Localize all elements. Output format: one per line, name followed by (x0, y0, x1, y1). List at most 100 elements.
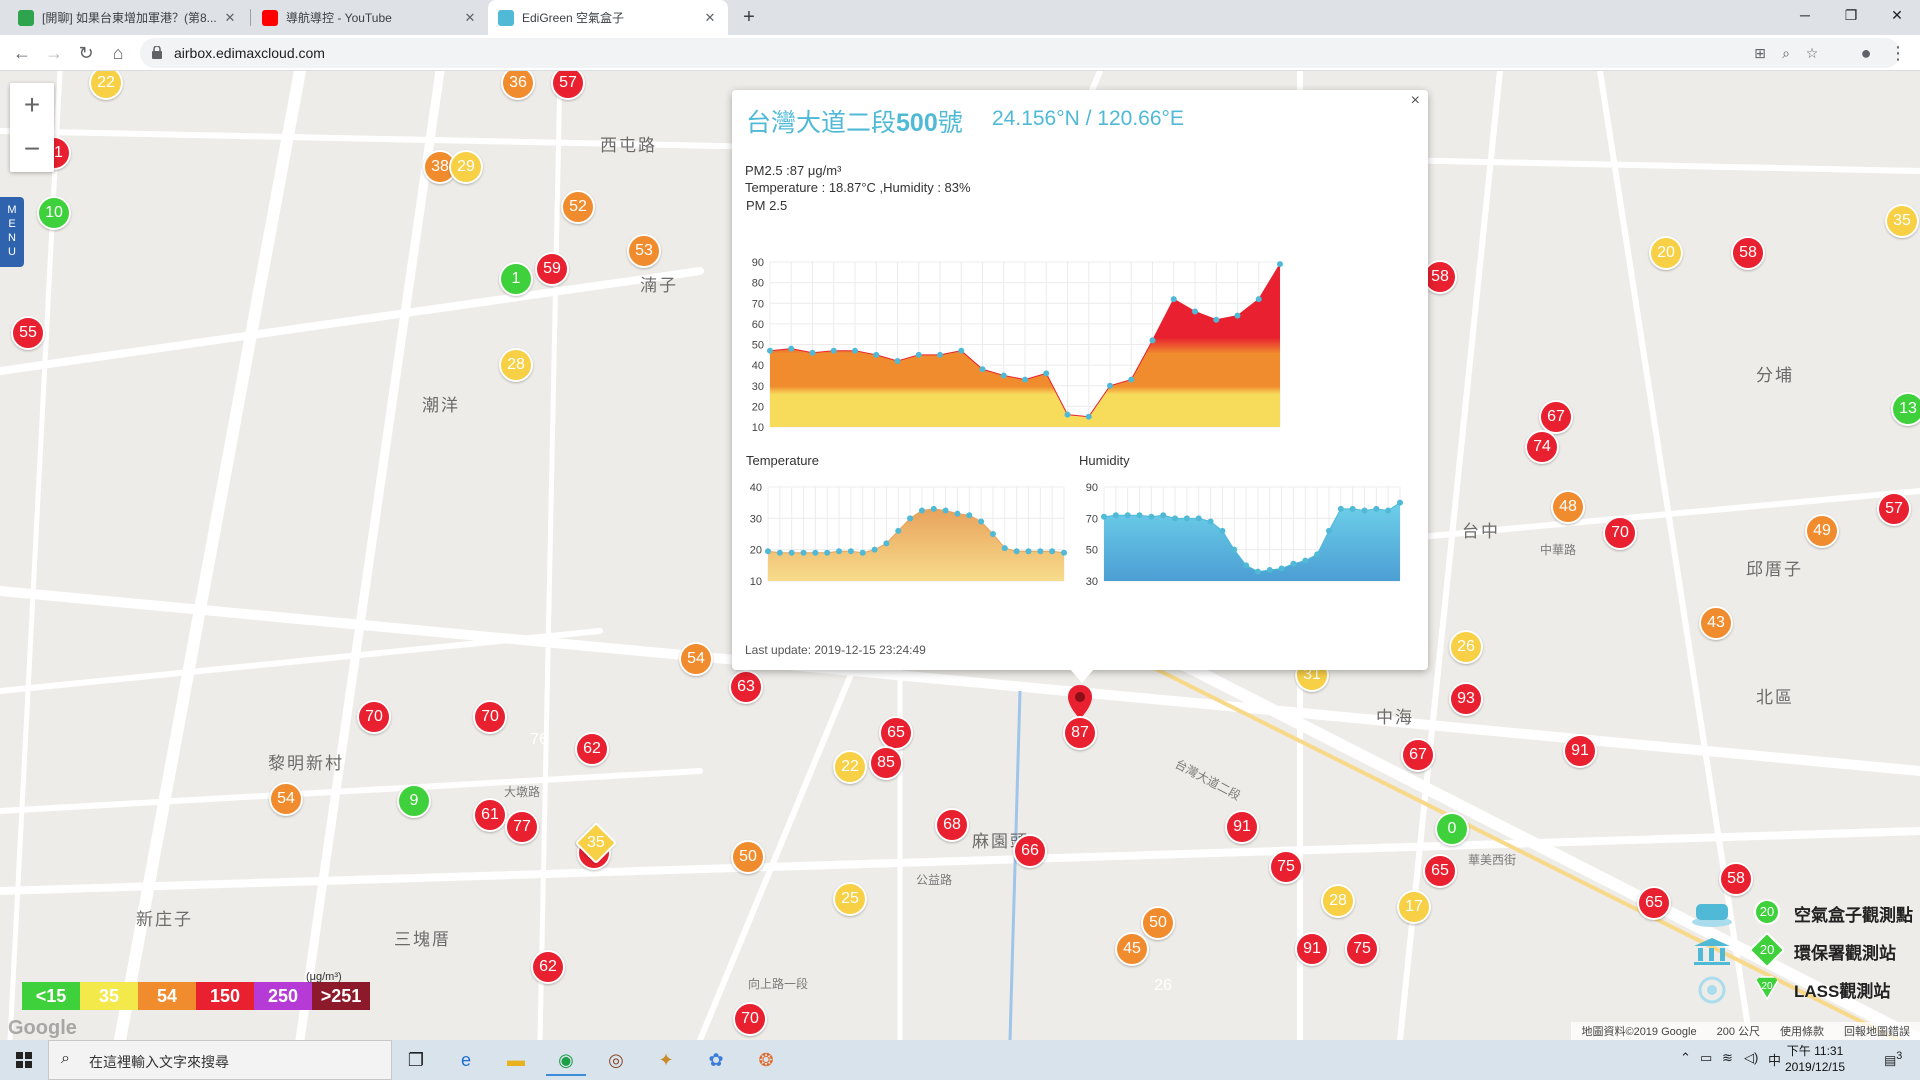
airbox-marker[interactable]: 26 (1449, 630, 1483, 664)
airbox-marker[interactable]: 67 (1401, 738, 1435, 772)
address-bar[interactable]: airbox.edimaxcloud.com ⊞ ⌕ ☆ (140, 38, 1900, 68)
airbox-marker[interactable]: 91 (1295, 932, 1329, 966)
menu-toggle-button[interactable]: MENU (0, 197, 24, 267)
airbox-marker[interactable]: 70 (473, 700, 507, 734)
airbox-marker[interactable]: 58 (1423, 260, 1457, 294)
close-tab-icon[interactable]: ✕ (702, 10, 718, 26)
airbox-marker[interactable]: 1 (499, 262, 533, 296)
airbox-marker[interactable]: 53 (627, 234, 661, 268)
restore-button[interactable]: ❐ (1828, 0, 1874, 30)
airbox-marker[interactable]: 0 (1435, 812, 1469, 846)
airbox-marker[interactable]: 50 (1141, 906, 1175, 940)
airbox-marker[interactable]: 66 (1013, 834, 1047, 868)
airbox-marker[interactable]: 25 (833, 882, 867, 916)
new-tab-button[interactable]: + (736, 4, 762, 30)
map-canvas[interactable]: 西屯路 潮洋 黎明新村 三塊厝 新庄子 麻園頭 分埔 邱厝子 北區 台中 中海 … (0, 71, 1920, 1040)
start-button-windows-icon[interactable] (0, 1040, 48, 1080)
zoom-in-button[interactable]: + (10, 83, 54, 127)
airbox-marker[interactable]: 87 (1063, 716, 1097, 750)
airbox-marker[interactable]: 13 (1891, 392, 1920, 426)
bookmark-star-icon[interactable]: ☆ (1802, 43, 1822, 63)
edge-browser-icon[interactable]: e (446, 1044, 486, 1076)
airbox-marker[interactable]: 20 (1649, 236, 1683, 270)
airbox-marker[interactable]: 65 (1423, 854, 1457, 888)
profile-icon[interactable]: ● (1852, 39, 1880, 67)
input-method-indicator[interactable]: 中 (1768, 1050, 1781, 1069)
translate-icon[interactable]: ⊞ (1750, 43, 1770, 63)
airbox-marker[interactable]: 43 (1699, 606, 1733, 640)
battery-icon[interactable]: ▭ (1700, 1050, 1712, 1066)
airbox-marker[interactable]: 63 (729, 670, 763, 704)
taskbar-search-box[interactable]: ⌕ 在這裡輸入文字來搜尋 (48, 1040, 392, 1080)
close-tab-icon[interactable]: ✕ (222, 10, 238, 26)
close-tab-icon[interactable]: ✕ (462, 10, 478, 26)
airbox-marker[interactable]: 28 (499, 348, 533, 382)
airbox-marker[interactable]: 55 (11, 316, 45, 350)
tab-youtube[interactable]: 導航導控 - YouTube ✕ (252, 0, 488, 35)
minimize-button[interactable]: ─ (1782, 0, 1828, 30)
forward-button[interactable]: → (40, 39, 68, 67)
wifi-icon[interactable]: ≋ (1722, 1050, 1733, 1066)
airbox-marker[interactable]: 75 (1345, 932, 1379, 966)
reload-button[interactable]: ↻ (72, 39, 100, 67)
task-view-icon[interactable]: ❐ (396, 1044, 436, 1076)
airbox-marker[interactable]: 68 (935, 808, 969, 842)
zoom-out-button[interactable]: − (10, 127, 54, 171)
airbox-marker[interactable]: 58 (1719, 862, 1753, 896)
show-hidden-icons-icon[interactable]: ⌃ (1680, 1050, 1691, 1066)
airbox-marker[interactable]: 58 (1731, 236, 1765, 270)
airbox-marker[interactable]: 29 (449, 150, 483, 184)
airbox-marker[interactable]: 17 (1397, 890, 1431, 924)
legend-airbox[interactable]: 20 空氣盒子觀測點 (1690, 896, 1920, 930)
lass-marker[interactable]: 76 (516, 729, 562, 769)
airbox-marker[interactable]: 54 (679, 642, 713, 676)
airbox-marker[interactable]: 22 (833, 750, 867, 784)
airbox-marker[interactable]: 91 (1225, 810, 1259, 844)
lass-marker[interactable]: 26 (1140, 975, 1186, 1015)
zoom-icon[interactable]: ⌕ (1776, 43, 1796, 63)
file-explorer-icon[interactable]: ▬ (496, 1044, 536, 1076)
airbox-marker[interactable]: 48 (1551, 490, 1585, 524)
airbox-marker[interactable]: 61 (473, 798, 507, 832)
tab-edigreen[interactable]: EdiGreen 空氣盒子 ✕ (488, 0, 728, 35)
airbox-marker[interactable]: 50 (731, 840, 765, 874)
airbox-marker[interactable]: 65 (879, 716, 913, 750)
app-icon[interactable]: ✦ (646, 1044, 686, 1076)
airbox-marker[interactable]: 59 (535, 252, 569, 286)
airbox-marker[interactable]: 74 (1525, 430, 1559, 464)
airbox-marker[interactable]: 93 (1449, 682, 1483, 716)
airbox-marker[interactable]: 49 (1805, 514, 1839, 548)
airbox-marker[interactable]: 10 (37, 196, 71, 230)
airbox-marker[interactable]: 91 (1563, 734, 1597, 768)
legend-epa[interactable]: 20 環保署觀測站 (1690, 931, 1920, 969)
airbox-marker[interactable]: 77 (505, 810, 539, 844)
app-icon[interactable]: ◎ (596, 1044, 636, 1076)
airbox-marker[interactable]: 35 (1885, 204, 1919, 238)
close-popup-button[interactable]: × (1411, 92, 1420, 110)
airbox-marker[interactable]: 70 (357, 700, 391, 734)
airbox-marker[interactable]: 67 (1539, 400, 1573, 434)
app-icon[interactable]: ✿ (696, 1044, 736, 1076)
report-error-link[interactable]: 回報地圖錯誤 (1844, 1023, 1910, 1039)
airbox-marker[interactable]: 62 (575, 732, 609, 766)
airbox-marker[interactable]: 85 (869, 746, 903, 780)
airbox-marker[interactable]: 28 (1321, 884, 1355, 918)
airbox-marker[interactable]: 45 (1115, 932, 1149, 966)
tab-forum[interactable]: [開聊] 如果台東增加軍港？(第8... ✕ (8, 0, 248, 35)
home-button[interactable]: ⌂ (104, 39, 132, 67)
taskbar-clock[interactable]: 下午 11:31 2019/12/15 (1785, 1043, 1845, 1075)
terms-link[interactable]: 使用條款 (1780, 1023, 1824, 1039)
airbox-marker[interactable]: 70 (733, 1002, 767, 1036)
airbox-marker[interactable]: 54 (269, 782, 303, 816)
legend-lass[interactable]: 20 LASS觀測站 (1690, 972, 1920, 1006)
app-icon[interactable]: ❂ (746, 1044, 786, 1076)
airbox-marker[interactable]: 52 (561, 190, 595, 224)
airbox-marker[interactable]: 70 (1603, 516, 1637, 550)
close-window-button[interactable]: ✕ (1874, 0, 1920, 30)
airbox-marker[interactable]: 75 (1269, 850, 1303, 884)
airbox-marker[interactable]: 9 (397, 784, 431, 818)
airbox-marker[interactable]: 57 (1877, 492, 1911, 526)
back-button[interactable]: ← (8, 39, 36, 67)
more-menu-icon[interactable]: ⋮ (1884, 39, 1912, 67)
chrome-icon[interactable]: ◉ (546, 1044, 586, 1076)
